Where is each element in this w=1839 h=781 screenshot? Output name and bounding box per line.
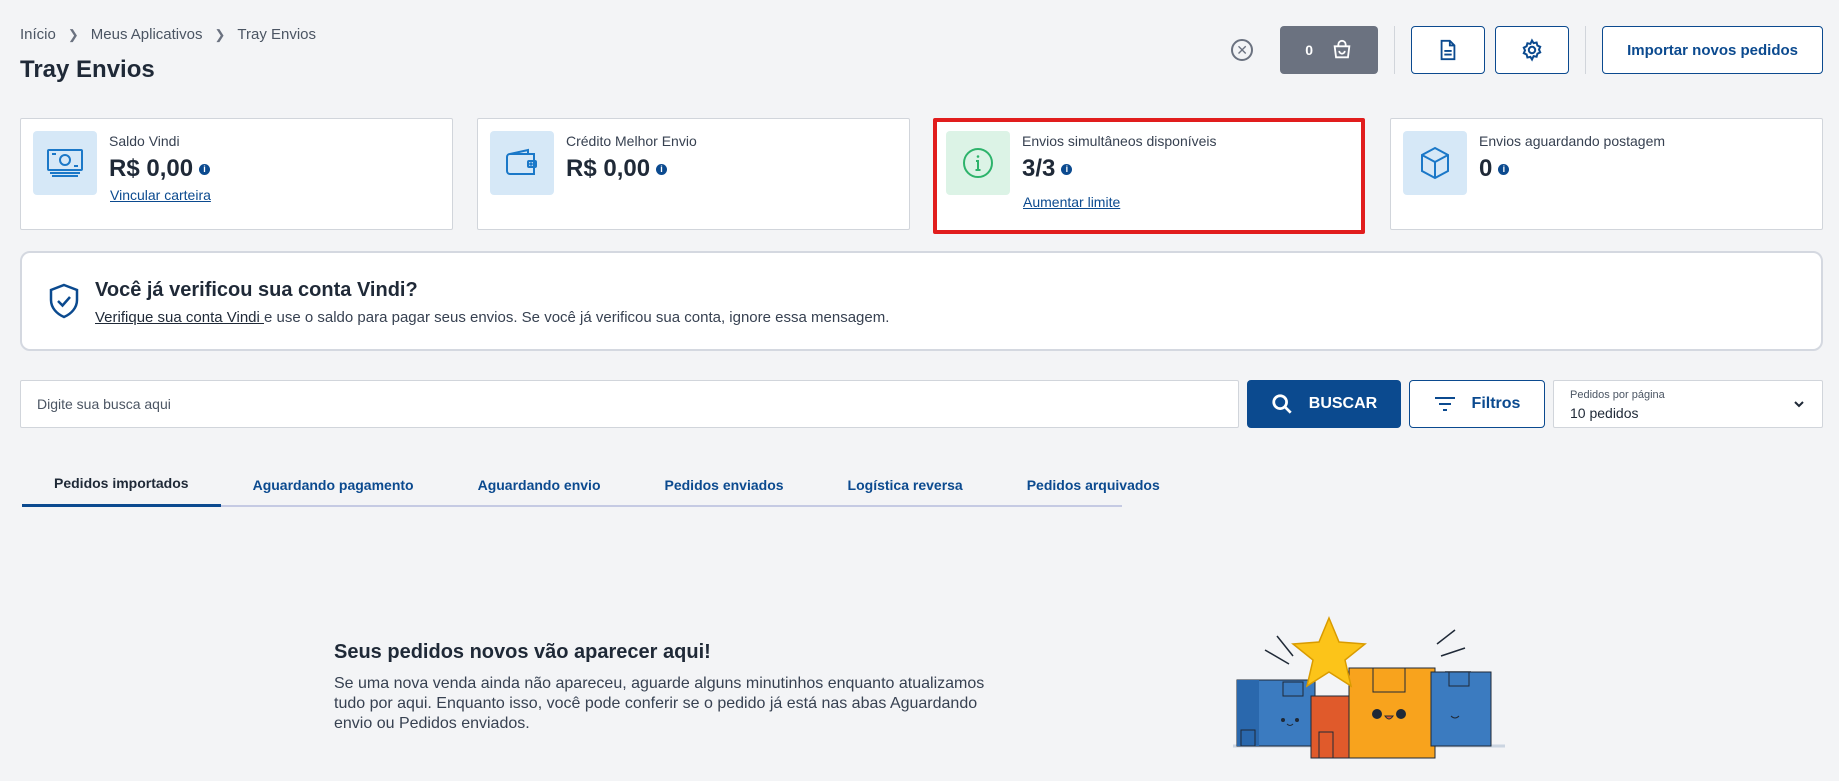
verify-account-link[interactable]: Verifique sua conta Vindi: [95, 309, 264, 326]
shopping-bag-icon: [1333, 39, 1351, 59]
money-icon: [47, 149, 83, 177]
divider: [1394, 26, 1396, 74]
chevron-right-icon: ❯: [67, 26, 79, 42]
card-simultaneous-shipments: Envios simultâneos disponíveis 3/3 i Aum…: [933, 118, 1365, 234]
order-tabs: Pedidos importados Aguardando pagamento …: [22, 462, 1160, 507]
breadcrumb-my-apps[interactable]: Meus Aplicativos: [91, 26, 203, 43]
card-value: 3/3 i: [1022, 155, 1073, 183]
tab-awaiting-payment[interactable]: Aguardando pagamento: [221, 462, 446, 507]
top-actions: ✕ 0 Importar novos pedidos: [1231, 26, 1823, 74]
clear-selection-button[interactable]: ✕: [1231, 39, 1254, 61]
close-circle-icon: ✕: [1236, 41, 1248, 58]
card-value: 0 i: [1479, 155, 1510, 183]
verify-description: e use o saldo para pagar seus envios. Se…: [264, 309, 890, 326]
info-icon[interactable]: i: [1061, 163, 1073, 175]
card-value-text: R$ 0,00: [566, 155, 651, 182]
gear-icon: [1522, 38, 1542, 62]
card-label: Envios aguardando postagem: [1479, 133, 1666, 149]
card-icon-box: [1403, 131, 1467, 195]
tab-imported-orders[interactable]: Pedidos importados: [22, 462, 221, 507]
breadcrumb: Início ❯ Meus Aplicativos ❯ Tray Envios: [20, 26, 316, 43]
info-icon[interactable]: i: [199, 163, 211, 175]
verify-title: Você já verificou sua conta Vindi?: [95, 279, 418, 301]
search-button[interactable]: BUSCAR: [1247, 380, 1401, 428]
search-icon: [1272, 394, 1292, 414]
tab-archived-orders[interactable]: Pedidos arquivados: [995, 462, 1192, 507]
card-value-text: 3/3: [1022, 155, 1056, 182]
filters-button-label: Filtros: [1471, 395, 1521, 412]
wallet-icon: [506, 148, 537, 175]
per-page-value: 10 pedidos: [1570, 405, 1639, 421]
import-orders-button[interactable]: Importar novos pedidos: [1602, 26, 1823, 74]
search-input[interactable]: [20, 380, 1239, 428]
empty-state-text: Se uma nova venda ainda não apareceu, ag…: [334, 675, 985, 732]
chevron-right-icon: ❯: [214, 26, 226, 42]
card-icon-box: [946, 131, 1010, 195]
orders-per-page-select[interactable]: Pedidos por página 10 pedidos: [1553, 380, 1823, 428]
search-button-label: BUSCAR: [1308, 395, 1378, 412]
info-icon[interactable]: i: [1498, 163, 1510, 175]
shield-check-icon: [49, 283, 79, 319]
breadcrumb-current: Tray Envios: [237, 26, 317, 43]
card-value-text: 0: [1479, 155, 1493, 182]
document-button[interactable]: [1411, 26, 1486, 74]
box-icon: [1421, 146, 1449, 180]
document-icon: [1440, 39, 1456, 61]
tab-awaiting-shipment[interactable]: Aguardando envio: [446, 462, 633, 507]
page-title: Tray Envios: [20, 56, 155, 83]
tab-reverse-logistics[interactable]: Logística reversa: [816, 462, 995, 507]
empty-state-title: Seus pedidos novos vão aparecer aqui!: [334, 641, 711, 663]
card-label: Saldo Vindi: [109, 133, 180, 149]
info-circle-icon: [963, 148, 993, 178]
chevron-down-icon: [1794, 401, 1804, 408]
cart-count: 0: [1305, 42, 1314, 58]
card-icon-box: [490, 131, 554, 195]
card-melhor-envio-credit: Crédito Melhor Envio R$ 0,00 i: [477, 118, 910, 230]
card-value: R$ 0,00 i: [566, 155, 668, 183]
tab-shipped-orders[interactable]: Pedidos enviados: [633, 462, 816, 507]
card-value-text: R$ 0,00: [109, 155, 194, 182]
card-icon-box: [33, 131, 97, 195]
filters-button[interactable]: Filtros: [1409, 380, 1545, 428]
card-label: Crédito Melhor Envio: [566, 133, 697, 149]
divider: [1585, 26, 1587, 74]
boxes-star-illustration: [1233, 616, 1505, 759]
breadcrumb-home[interactable]: Início: [20, 26, 56, 43]
card-label: Envios simultâneos disponíveis: [1022, 133, 1217, 149]
info-icon[interactable]: i: [656, 163, 668, 175]
filter-icon: [1434, 397, 1455, 411]
cart-button[interactable]: 0: [1280, 26, 1379, 74]
verify-account-banner: Você já verificou sua conta Vindi? Verif…: [20, 251, 1823, 351]
per-page-label: Pedidos por página: [1570, 389, 1665, 401]
card-vindi-balance: Saldo Vindi R$ 0,00 i Vincular carteira: [20, 118, 453, 230]
link-wallet-link[interactable]: Vincular carteira: [110, 187, 211, 203]
increase-limit-link[interactable]: Aumentar limite: [1023, 194, 1120, 210]
verify-text: Verifique sua conta Vindi e use o saldo …: [95, 309, 889, 326]
card-value: R$ 0,00 i: [109, 155, 211, 183]
card-awaiting-posting: Envios aguardando postagem 0 i: [1390, 118, 1823, 230]
settings-button[interactable]: [1495, 26, 1570, 74]
